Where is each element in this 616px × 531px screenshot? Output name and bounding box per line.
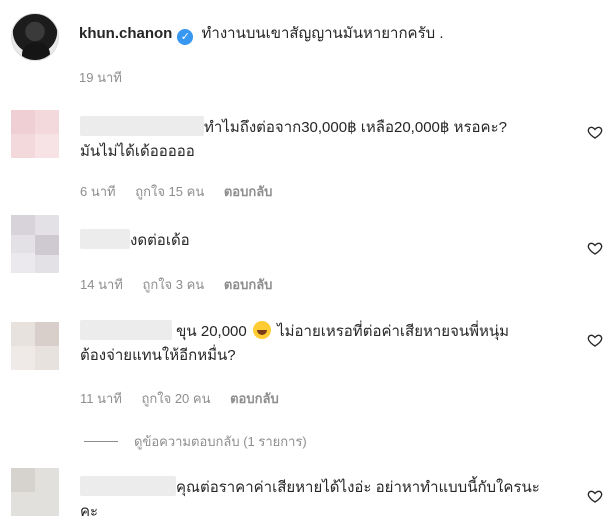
heart-outline-icon[interactable]	[587, 240, 603, 256]
reply-button[interactable]: ตอบกลับ	[224, 277, 273, 292]
view-replies-button[interactable]: ดูข้อความตอบกลับ (1 รายการ)	[84, 431, 307, 452]
blurred-username[interactable]	[80, 476, 176, 496]
laughing-emoji-icon	[252, 321, 271, 339]
verified-badge-icon: ✓	[177, 29, 194, 45]
comment-text: ขุน 20,000 ไม่อายเหรอที่ต่อค่าเสียหายจนพ…	[80, 320, 580, 368]
comment-meta: 14 นาที ถูกใจ 3 คน ตอบกลับ	[80, 274, 288, 295]
blurred-username[interactable]	[80, 116, 204, 136]
avatar[interactable]	[11, 468, 59, 516]
post-timestamp: 19 นาที	[79, 70, 122, 85]
comment-text: คุณต่อราคาค่าเสียหายได้ไงอ่ะ อย่าหาทำแบบ…	[80, 476, 580, 524]
comment-text: ทำไมถึงต่อจาก30,000฿ เหลือ20,000฿ หรอคะ?…	[80, 116, 580, 164]
comment-likes[interactable]: ถูกใจ 20 คน	[142, 391, 211, 406]
post-username[interactable]: khun.chanon	[79, 25, 172, 42]
comment-time: 11 นาที	[80, 391, 122, 406]
comment-likes[interactable]: ถูกใจ 15 คน	[135, 184, 204, 199]
avatar[interactable]	[11, 215, 59, 273]
heart-outline-icon[interactable]	[587, 332, 603, 348]
comment-time: 14 นาที	[80, 277, 123, 292]
comment-text: งดต่อเด้อ	[80, 229, 580, 253]
avatar[interactable]	[11, 110, 59, 158]
comment-likes[interactable]: ถูกใจ 3 คน	[142, 277, 204, 292]
reply-button[interactable]: ตอบกลับ	[230, 391, 279, 406]
avatar[interactable]	[11, 322, 59, 370]
heart-outline-icon[interactable]	[587, 124, 603, 140]
reply-button[interactable]: ตอบกลับ	[224, 184, 273, 199]
divider	[84, 441, 118, 442]
blurred-username[interactable]	[80, 320, 172, 340]
comment-meta: 6 นาที ถูกใจ 15 คน ตอบกลับ	[80, 181, 288, 202]
blurred-username[interactable]	[80, 229, 130, 249]
heart-outline-icon[interactable]	[587, 488, 603, 504]
post-caption-line: khun.chanon ✓ ทำงานบนเขาสัญญานมันหายากครั…	[79, 23, 444, 45]
comment-meta: 11 นาที ถูกใจ 20 คน ตอบกลับ	[80, 388, 295, 409]
post-caption: ทำงานบนเขาสัญญานมันหายากครับ .	[201, 25, 444, 42]
avatar[interactable]	[11, 13, 59, 61]
comment-time: 6 นาที	[80, 184, 116, 199]
